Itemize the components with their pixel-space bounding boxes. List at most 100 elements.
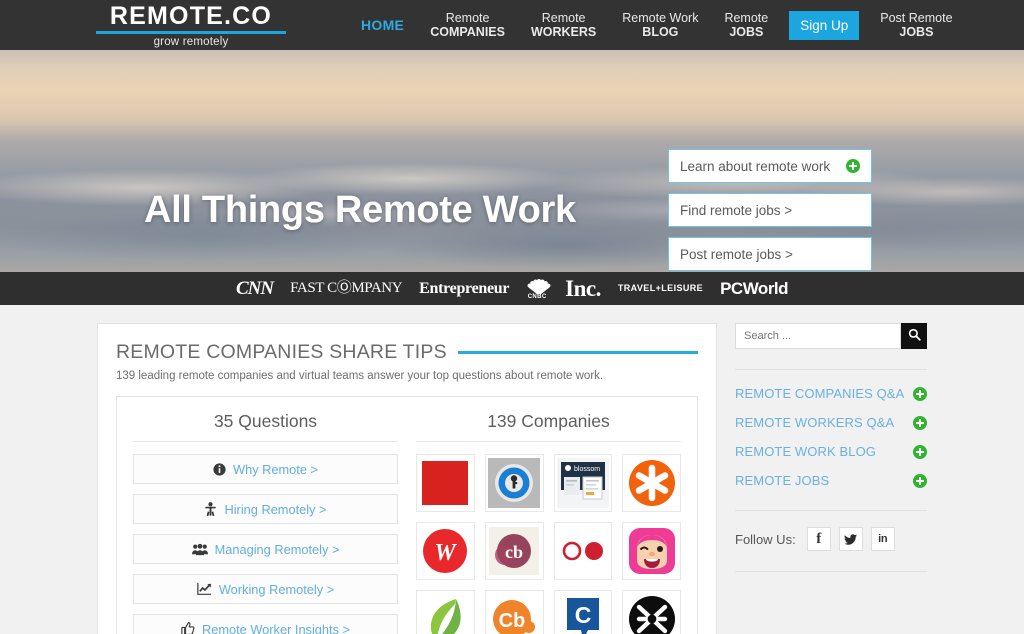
line-chart-icon xyxy=(197,582,212,596)
plus-circle-icon xyxy=(913,415,927,430)
nav-item-remote-companies[interactable]: Remote COMPANIES xyxy=(417,11,518,39)
learn-about-remote-work-label: Learn about remote work xyxy=(680,158,831,174)
sidebar-item-remote-companies-qa-label: REMOTE COMPANIES Q&A xyxy=(735,386,905,401)
plus-circle-icon xyxy=(913,386,927,401)
primary-nav: HOME Remote COMPANIES Remote WORKERS Rem… xyxy=(348,0,966,50)
nav-item-remote-workers[interactable]: Remote WORKERS xyxy=(518,11,609,39)
section-subtitle: 139 leading remote companies and virtual… xyxy=(116,370,604,382)
company-logo-green-leaf[interactable] xyxy=(416,590,475,634)
facebook-glyph: f xyxy=(816,530,822,547)
fast-company-logo: FAST CⓄMPANY xyxy=(290,280,403,296)
sidebar: REMOTE COMPANIES Q&A REMOTE WORKERS Q&A … xyxy=(735,323,927,572)
nav-item-remote-companies-line2: COMPANIES xyxy=(430,25,505,39)
sidebar-divider-bottom xyxy=(735,571,927,572)
search-row xyxy=(735,323,927,349)
sidebar-item-remote-workers-qa[interactable]: REMOTE WORKERS Q&A xyxy=(735,415,927,430)
section-title-rule xyxy=(457,351,698,354)
search-button[interactable] xyxy=(901,323,927,349)
plus-circle-icon xyxy=(913,444,927,459)
sidebar-item-remote-companies-qa[interactable]: REMOTE COMPANIES Q&A xyxy=(735,386,927,401)
press-mentions-bar: CNN FAST CⓄMPANY Entrepreneur CNBC Inc. … xyxy=(0,272,1024,305)
peacock-icon xyxy=(526,278,552,295)
svg-text:Cb: Cb xyxy=(499,610,526,632)
question-item-why-remote-label: Why Remote > xyxy=(233,461,318,477)
cnn-logo: CNN xyxy=(235,278,274,299)
question-item-working-remotely-label: Working Remotely > xyxy=(218,581,335,597)
question-item-hiring-remotely[interactable]: Hiring Remotely > xyxy=(133,494,398,524)
facebook-icon[interactable]: f xyxy=(806,527,831,551)
company-logo-cb-orange[interactable]: Cb xyxy=(484,590,544,634)
nav-item-remote-jobs-line2: JOBS xyxy=(729,25,764,39)
twitter-icon[interactable] xyxy=(838,527,863,551)
sidebar-links: REMOTE COMPANIES Q&A REMOTE WORKERS Q&A … xyxy=(735,386,927,488)
follow-us-row: Follow Us: f in xyxy=(735,527,927,551)
questions-column-heading: 35 Questions xyxy=(133,411,398,442)
search-icon xyxy=(908,328,921,344)
post-remote-jobs-button[interactable]: Post remote jobs > xyxy=(668,237,872,271)
question-item-managing-remotely[interactable]: Managing Remotely > xyxy=(133,534,398,564)
sidebar-item-remote-jobs[interactable]: REMOTE JOBS xyxy=(735,473,927,488)
logo-tagline: grow remotely xyxy=(153,36,229,48)
question-item-working-remotely[interactable]: Working Remotely > xyxy=(133,574,398,604)
entrepreneur-logo: Entrepreneur xyxy=(419,279,510,297)
company-logo-asterisk-orange[interactable] xyxy=(622,454,681,512)
content-wrapper: REMOTE COMPANIES SHARE TIPS 139 leading … xyxy=(97,323,927,634)
sidebar-item-remote-workers-qa-label: REMOTE WORKERS Q&A xyxy=(735,415,895,430)
nav-item-home[interactable]: HOME xyxy=(348,18,417,32)
company-logo-blue-c[interactable]: C xyxy=(553,590,613,634)
find-remote-jobs-label: Find remote jobs > xyxy=(680,202,793,218)
travel-leisure-logo: TRAVEL+ LEISURE xyxy=(618,282,704,294)
page-title: REMOTE COMPANIES SHARE TIPS xyxy=(116,341,447,363)
linkedin-glyph: in xyxy=(878,533,888,545)
inc-logo: Inc. xyxy=(565,276,601,301)
company-logo-grid: blossom W cb Cb C xyxy=(416,454,681,634)
company-logo-wu-red[interactable]: W xyxy=(416,522,475,580)
site-logo[interactable]: REMOTE.CO grow remotely xyxy=(96,3,286,48)
plus-circle-icon xyxy=(846,159,860,173)
person-icon xyxy=(204,502,217,516)
questions-column: 35 Questions Why Remote > Hiring Remotel… xyxy=(133,411,398,634)
page-body: REMOTE COMPANIES SHARE TIPS 139 leading … xyxy=(0,305,1024,634)
company-logo-black-x[interactable] xyxy=(622,590,681,634)
question-item-remote-worker-insights[interactable]: Remote Worker Insights > xyxy=(133,614,398,634)
sidebar-item-remote-work-blog-label: REMOTE WORK BLOG xyxy=(735,444,877,459)
find-remote-jobs-button[interactable]: Find remote jobs > xyxy=(668,193,872,227)
company-logo-red-square[interactable] xyxy=(416,454,475,512)
companies-column: 139 Companies blossom W cb Cb C xyxy=(416,411,681,634)
main-content-card: REMOTE COMPANIES SHARE TIPS 139 leading … xyxy=(97,323,717,634)
nav-item-post-remote-jobs[interactable]: Post Remote JOBS xyxy=(867,11,965,39)
hero-banner: All Things Remote Work Learn about remot… xyxy=(0,50,1024,272)
nav-item-remote-workers-line2: WORKERS xyxy=(530,25,597,39)
hero-title: All Things Remote Work xyxy=(144,189,576,231)
search-input[interactable] xyxy=(735,323,901,349)
company-logo-cb-maroon[interactable]: cb xyxy=(484,522,544,580)
nav-item-remote-work-blog[interactable]: Remote Work BLOG xyxy=(609,11,711,39)
nav-item-post-remote-jobs-line2: JOBS xyxy=(899,25,934,39)
company-logo-blossom[interactable]: blossom xyxy=(553,454,613,512)
post-remote-jobs-label: Post remote jobs > xyxy=(680,246,793,262)
section-header: REMOTE COMPANIES SHARE TIPS xyxy=(116,341,698,364)
cnbc-logo: CNBC xyxy=(526,278,552,300)
travel-leisure-line2: LEISURE xyxy=(661,282,704,293)
company-logo-1password[interactable] xyxy=(484,454,544,512)
follow-us-label: Follow Us: xyxy=(735,531,796,547)
question-item-managing-remotely-label: Managing Remotely > xyxy=(214,541,340,557)
learn-about-remote-work-button[interactable]: Learn about remote work xyxy=(668,149,872,183)
questions-companies-panel: 35 Questions Why Remote > Hiring Remotel… xyxy=(116,396,698,634)
plus-circle-icon xyxy=(913,473,927,488)
users-group-icon xyxy=(191,543,208,556)
company-logo-two-dots[interactable] xyxy=(553,522,613,580)
svg-text:W: W xyxy=(435,540,458,566)
logo-wordmark: REMOTE.CO xyxy=(109,2,273,30)
sidebar-item-remote-work-blog[interactable]: REMOTE WORK BLOG xyxy=(735,444,927,459)
questions-list: Why Remote > Hiring Remotely > Managing … xyxy=(133,454,398,634)
company-logo-pink-face[interactable] xyxy=(622,522,681,580)
linkedin-icon[interactable]: in xyxy=(870,527,895,551)
nav-item-remote-jobs[interactable]: Remote JOBS xyxy=(711,11,781,39)
question-item-why-remote[interactable]: Why Remote > xyxy=(133,454,398,484)
sign-up-button[interactable]: Sign Up xyxy=(789,10,860,40)
info-circle-icon xyxy=(213,462,226,476)
nav-item-remote-companies-line1: Remote xyxy=(445,11,490,25)
hero-cta-group: Learn about remote work Find remote jobs… xyxy=(668,149,872,271)
nav-item-post-remote-jobs-line1: Post Remote xyxy=(880,11,953,25)
